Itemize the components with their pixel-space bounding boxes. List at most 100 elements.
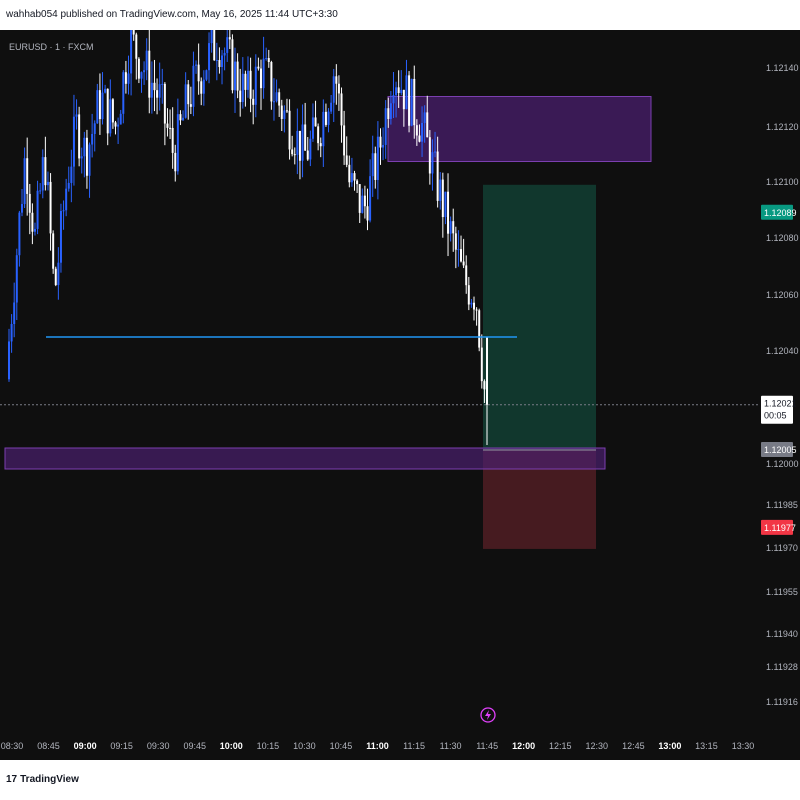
candle[interactable] (462, 261, 465, 266)
candle[interactable] (441, 179, 444, 218)
candle[interactable] (262, 58, 265, 89)
candle[interactable] (205, 70, 208, 80)
candle[interactable] (379, 136, 382, 148)
candle[interactable] (265, 58, 268, 60)
candle[interactable] (135, 34, 138, 59)
candle[interactable] (486, 337, 488, 405)
candle[interactable] (270, 61, 273, 102)
candle[interactable] (348, 164, 351, 183)
candle[interactable] (59, 211, 62, 263)
candle[interactable] (400, 89, 403, 94)
candle[interactable] (80, 156, 83, 159)
candle[interactable] (353, 173, 356, 181)
candle[interactable] (470, 302, 473, 305)
candle[interactable] (70, 166, 73, 183)
candle[interactable] (317, 126, 320, 144)
candle[interactable] (444, 191, 447, 218)
candle[interactable] (124, 72, 127, 84)
candle[interactable] (176, 114, 179, 172)
candle[interactable] (257, 66, 260, 69)
candle[interactable] (54, 268, 57, 286)
candle[interactable] (210, 30, 213, 44)
candle[interactable] (475, 309, 478, 311)
candle[interactable] (161, 83, 164, 85)
candle[interactable] (213, 30, 216, 61)
candle[interactable] (15, 255, 18, 303)
candle[interactable] (301, 124, 304, 161)
candle[interactable] (345, 155, 348, 165)
candle[interactable] (293, 154, 296, 156)
candle[interactable] (337, 83, 340, 94)
candle[interactable] (426, 112, 429, 138)
candle[interactable] (371, 153, 374, 177)
candle[interactable] (174, 152, 177, 172)
candle[interactable] (236, 61, 239, 91)
candle[interactable] (449, 221, 452, 234)
price-chart[interactable]: 1.12140 1.12120 1.12100 1.12080 1.12060 1.120… (0, 30, 800, 760)
candle[interactable] (158, 84, 161, 98)
candle[interactable] (28, 193, 31, 213)
candle[interactable] (291, 149, 294, 155)
candle[interactable] (366, 206, 369, 221)
candle[interactable] (179, 114, 182, 121)
candle[interactable] (252, 98, 255, 105)
candle[interactable] (298, 130, 301, 161)
candle[interactable] (26, 158, 29, 194)
candle[interactable] (397, 87, 400, 94)
candle[interactable] (88, 144, 91, 176)
candle[interactable] (148, 50, 151, 98)
candle[interactable] (278, 92, 281, 106)
candle[interactable] (410, 78, 413, 126)
candle[interactable] (343, 125, 346, 156)
candle[interactable] (413, 78, 416, 126)
candle[interactable] (247, 70, 249, 90)
candle[interactable] (41, 157, 44, 191)
candle[interactable] (33, 228, 36, 232)
candle[interactable] (454, 233, 457, 250)
candle[interactable] (369, 176, 372, 221)
candle[interactable] (187, 84, 190, 105)
candle[interactable] (311, 117, 314, 139)
candle[interactable] (192, 65, 195, 107)
candle[interactable] (163, 83, 166, 124)
candle[interactable] (467, 285, 470, 305)
candle[interactable] (350, 173, 353, 183)
candle[interactable] (127, 73, 130, 84)
candle[interactable] (65, 188, 68, 211)
candle[interactable] (483, 381, 486, 390)
candle[interactable] (358, 184, 361, 213)
candle[interactable] (306, 150, 309, 160)
candle[interactable] (231, 39, 234, 91)
candle[interactable] (93, 123, 96, 134)
candle[interactable] (356, 180, 359, 185)
candle[interactable] (272, 101, 275, 103)
candle[interactable] (182, 117, 185, 121)
candle[interactable] (140, 72, 143, 79)
candle[interactable] (249, 70, 252, 99)
candle[interactable] (234, 61, 237, 91)
candle[interactable] (200, 81, 203, 94)
candle[interactable] (431, 152, 434, 174)
candle[interactable] (226, 37, 229, 53)
candle[interactable] (49, 181, 52, 234)
candle[interactable] (384, 108, 387, 145)
candle[interactable] (215, 60, 218, 62)
candle[interactable] (436, 151, 439, 201)
candle[interactable] (387, 108, 390, 119)
candle[interactable] (335, 76, 338, 84)
candle[interactable] (169, 127, 172, 129)
candle[interactable] (361, 195, 364, 213)
candle[interactable] (153, 82, 156, 91)
candle[interactable] (254, 66, 257, 105)
candle[interactable] (447, 191, 450, 234)
candle[interactable] (91, 133, 94, 145)
candle[interactable] (137, 58, 140, 79)
candle[interactable] (111, 99, 114, 123)
candle[interactable] (285, 110, 288, 112)
candle[interactable] (340, 93, 343, 126)
candle[interactable] (46, 181, 49, 186)
candle[interactable] (106, 88, 109, 134)
candle[interactable] (114, 122, 117, 127)
candle[interactable] (374, 153, 377, 180)
candle[interactable] (75, 114, 78, 117)
